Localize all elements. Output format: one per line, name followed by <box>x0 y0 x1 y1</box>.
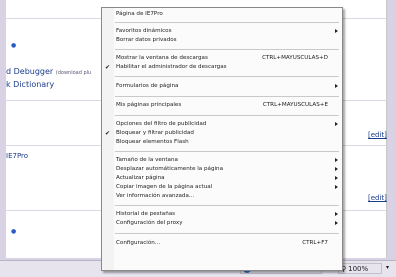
menu-item-ie7pro-page[interactable]: Página de IE7Pro <box>102 10 342 19</box>
ie7pro-link[interactable]: IE7Pro <box>6 152 28 160</box>
menu-separator <box>115 151 339 152</box>
menu-item-ad-filter-options[interactable]: Opciones del filtro de publicidad <box>102 120 342 129</box>
submenu-arrow-icon <box>335 84 338 88</box>
menu-item-show-downloads[interactable]: Mostrar la ventana de descargas CTRL+MAY… <box>102 54 342 63</box>
checkmark-icon: ✔ <box>105 64 111 71</box>
submenu-arrow-icon <box>335 29 338 33</box>
menu-item-autoscroll[interactable]: Desplazar automáticamente la página <box>102 165 342 174</box>
menu-item-tab-history[interactable]: Historial de pestañas <box>102 210 342 219</box>
menu-item-my-home-pages[interactable]: Mis páginas principales CTRL+MAYUSCULAS+… <box>102 101 342 110</box>
link-icon: ● <box>11 42 17 49</box>
debugger-link[interactable]: d Debugger (download plu <box>6 67 91 76</box>
submenu-arrow-icon <box>335 167 338 171</box>
menu-item-advanced-info[interactable]: Ver información avanzada... <box>102 192 342 201</box>
submenu-arrow-icon <box>335 185 338 189</box>
menu-item-block-flash[interactable]: Bloquear elementos Flash <box>102 138 342 147</box>
menu-separator <box>115 22 339 23</box>
menu-separator <box>115 205 339 206</box>
zoom-control[interactable]: ⚲ 100% <box>338 263 382 274</box>
menu-item-dynamic-favorites[interactable]: Favoritos dinámicos <box>102 27 342 36</box>
menu-item-page-forms[interactable]: Formularios de página <box>102 82 342 91</box>
link-icon: ● <box>11 228 17 235</box>
submenu-arrow-icon <box>335 221 338 225</box>
edit-link[interactable]: [edit] <box>368 194 387 202</box>
menu-separator <box>115 96 339 97</box>
menu-item-copy-page-image[interactable]: Copiar imagen de la página actual <box>102 183 342 192</box>
submenu-arrow-icon <box>335 176 338 180</box>
chevron-down-icon[interactable]: ▾ <box>386 264 389 271</box>
menu-separator <box>115 49 339 50</box>
menu-separator <box>115 115 339 116</box>
edit-link[interactable]: [edit] <box>368 131 387 139</box>
menu-item-enable-download-manager[interactable]: ✔ Habilitar el administrador de descarga… <box>102 63 342 72</box>
menu-item-proxy-settings[interactable]: Configuración del proxy <box>102 219 342 228</box>
dictionary-link[interactable]: k Dictionary <box>6 80 54 89</box>
checkmark-icon: ✔ <box>105 130 111 137</box>
menu-item-settings[interactable]: Configuración... CTRL+F7 <box>102 239 342 248</box>
menu-item-refresh-page[interactable]: Actualizar página <box>102 174 342 183</box>
submenu-arrow-icon <box>335 158 338 162</box>
submenu-arrow-icon <box>335 212 338 216</box>
ie7pro-context-menu: Página de IE7Pro Favoritos dinámicos Bor… <box>101 7 343 271</box>
menu-item-clear-private-data[interactable]: Borrar datos privados <box>102 36 342 45</box>
menu-item-window-size[interactable]: Tamaño de la ventana <box>102 156 342 165</box>
menu-item-block-ads[interactable]: ✔ Bloquear y filtrar publicidad <box>102 129 342 138</box>
zoom-level: 100% <box>348 264 369 273</box>
menu-separator <box>115 233 339 234</box>
menu-separator <box>115 76 339 77</box>
submenu-arrow-icon <box>335 122 338 126</box>
